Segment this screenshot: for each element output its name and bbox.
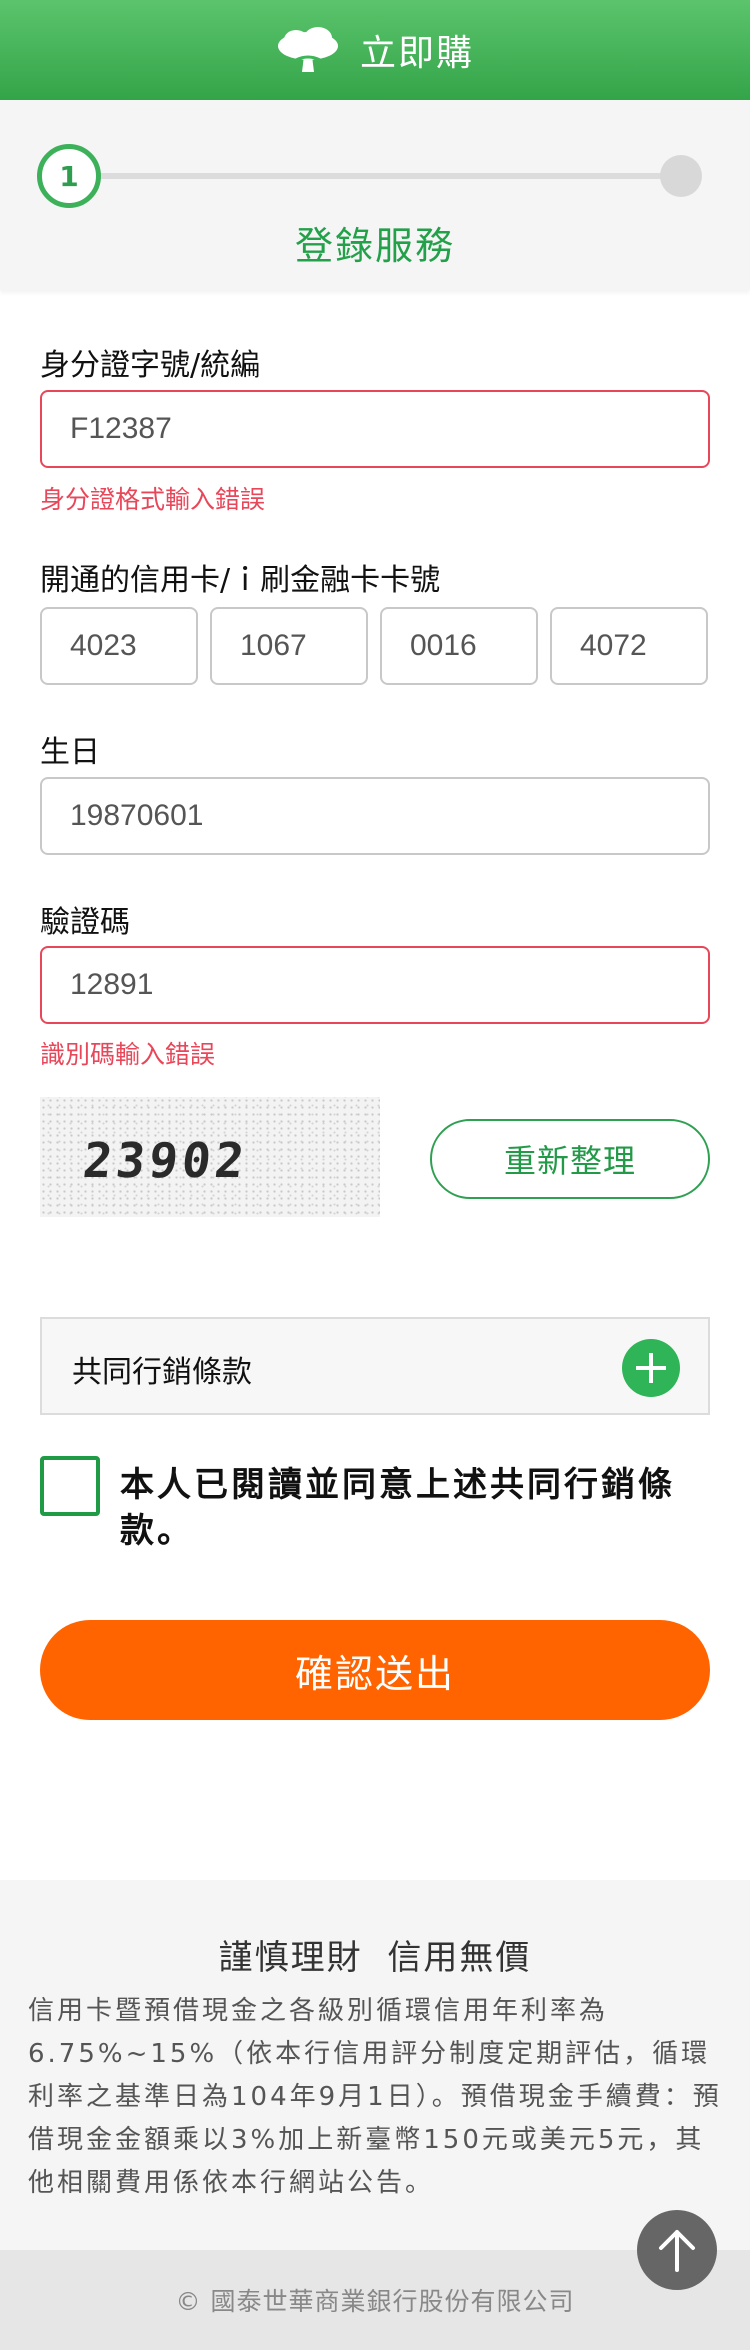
submit-button[interactable]: 確認送出 [40,1620,710,1720]
terms-accordion[interactable]: 共同行銷條款 [40,1317,710,1415]
birthday-input[interactable]: 19870601 [40,777,710,855]
card-number-part-2[interactable]: 1067 [210,607,368,685]
plus-icon[interactable] [622,1339,680,1397]
captcha-image: 23902 [40,1097,380,1217]
step-2-indicator [660,155,702,197]
step-1-indicator: 1 [37,144,101,208]
id-label: 身分證字號/統編 [40,348,261,383]
card-number-part-1[interactable]: 4023 [40,607,198,685]
page-title: 立即購 [359,33,474,74]
card-number-part-4[interactable]: 4072 [550,607,708,685]
id-error-message: 身分證格式輸入錯誤 [40,485,266,514]
step-label: 登錄服務 [294,224,455,268]
tree-icon [277,27,338,72]
back-to-top-button[interactable] [637,2210,717,2290]
arrow-up-icon [659,2230,695,2272]
app-header: 立即購 [0,0,750,100]
captcha-error-message: 識別碼輸入錯誤 [40,1040,216,1069]
refresh-captcha-button[interactable]: 重新整理 [430,1119,710,1199]
step-track [80,173,680,179]
terms-label: 共同行銷條款 [72,1355,252,1390]
footer: 謹慎理財 信用無價 信用卡暨預借現金之各級別循環信用年利率為6.75%~15%（… [0,1880,750,2250]
captcha-input[interactable]: 12891 [40,946,710,1024]
agree-text[interactable]: 本人已閱讀並同意上述共同行銷條款。 [120,1462,720,1554]
card-label: 開通的信用卡/ｉ刷金融卡卡號 [40,563,441,598]
captcha-image-text: 23902 [80,1133,250,1189]
captcha-label: 驗證碼 [40,905,130,940]
step-progress: 1 登錄服務 [0,100,750,290]
id-input[interactable]: F12387 [40,390,710,468]
footer-notice: 信用卡暨預借現金之各級別循環信用年利率為6.75%~15%（依本行信用評分制度定… [28,1996,722,2198]
agree-checkbox[interactable] [40,1456,100,1516]
birthday-label: 生日 [40,735,100,770]
footer-slogan: 謹慎理財 信用無價 [218,1938,532,1978]
card-number-part-3[interactable]: 0016 [380,607,538,685]
